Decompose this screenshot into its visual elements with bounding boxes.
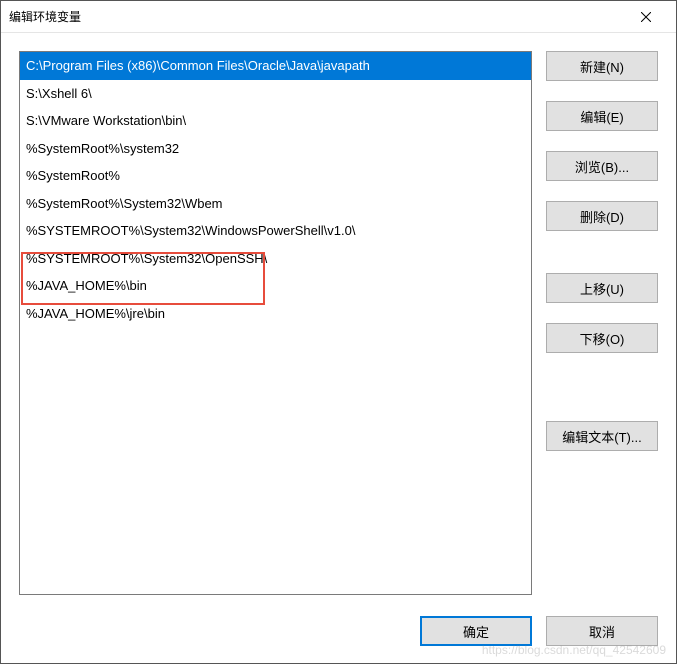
moveup-button[interactable]: 上移(U) <box>546 273 658 303</box>
list-item[interactable]: %JAVA_HOME%\bin <box>20 272 531 300</box>
browse-button[interactable]: 浏览(B)... <box>546 151 658 181</box>
list-item[interactable]: %SystemRoot% <box>20 162 531 190</box>
list-item[interactable]: %JAVA_HOME%\jre\bin <box>20 300 531 328</box>
list-item[interactable]: %SystemRoot%\System32\Wbem <box>20 190 531 218</box>
close-icon <box>641 12 651 22</box>
side-button-panel: 新建(N) 编辑(E) 浏览(B)... 删除(D) 上移(U) 下移(O) 编… <box>546 51 658 595</box>
list-item[interactable]: C:\Program Files (x86)\Common Files\Orac… <box>20 52 531 80</box>
list-item[interactable]: S:\Xshell 6\ <box>20 80 531 108</box>
dialog-footer: 确定 取消 <box>1 613 676 663</box>
path-listbox[interactable]: C:\Program Files (x86)\Common Files\Orac… <box>19 51 532 595</box>
cancel-button[interactable]: 取消 <box>546 616 658 646</box>
list-item[interactable]: S:\VMware Workstation\bin\ <box>20 107 531 135</box>
env-variable-dialog: 编辑环境变量 C:\Program Files (x86)\Common Fil… <box>0 0 677 664</box>
edit-button[interactable]: 编辑(E) <box>546 101 658 131</box>
list-item[interactable]: %SYSTEMROOT%\System32\WindowsPowerShell\… <box>20 217 531 245</box>
list-item[interactable]: %SYSTEMROOT%\System32\OpenSSH\ <box>20 245 531 273</box>
ok-button[interactable]: 确定 <box>420 616 532 646</box>
close-button[interactable] <box>623 2 668 32</box>
dialog-title: 编辑环境变量 <box>9 8 623 25</box>
movedown-button[interactable]: 下移(O) <box>546 323 658 353</box>
new-button[interactable]: 新建(N) <box>546 51 658 81</box>
list-item[interactable]: %SystemRoot%\system32 <box>20 135 531 163</box>
titlebar: 编辑环境变量 <box>1 1 676 33</box>
edittext-button[interactable]: 编辑文本(T)... <box>546 421 658 451</box>
dialog-content: C:\Program Files (x86)\Common Files\Orac… <box>1 33 676 613</box>
delete-button[interactable]: 删除(D) <box>546 201 658 231</box>
